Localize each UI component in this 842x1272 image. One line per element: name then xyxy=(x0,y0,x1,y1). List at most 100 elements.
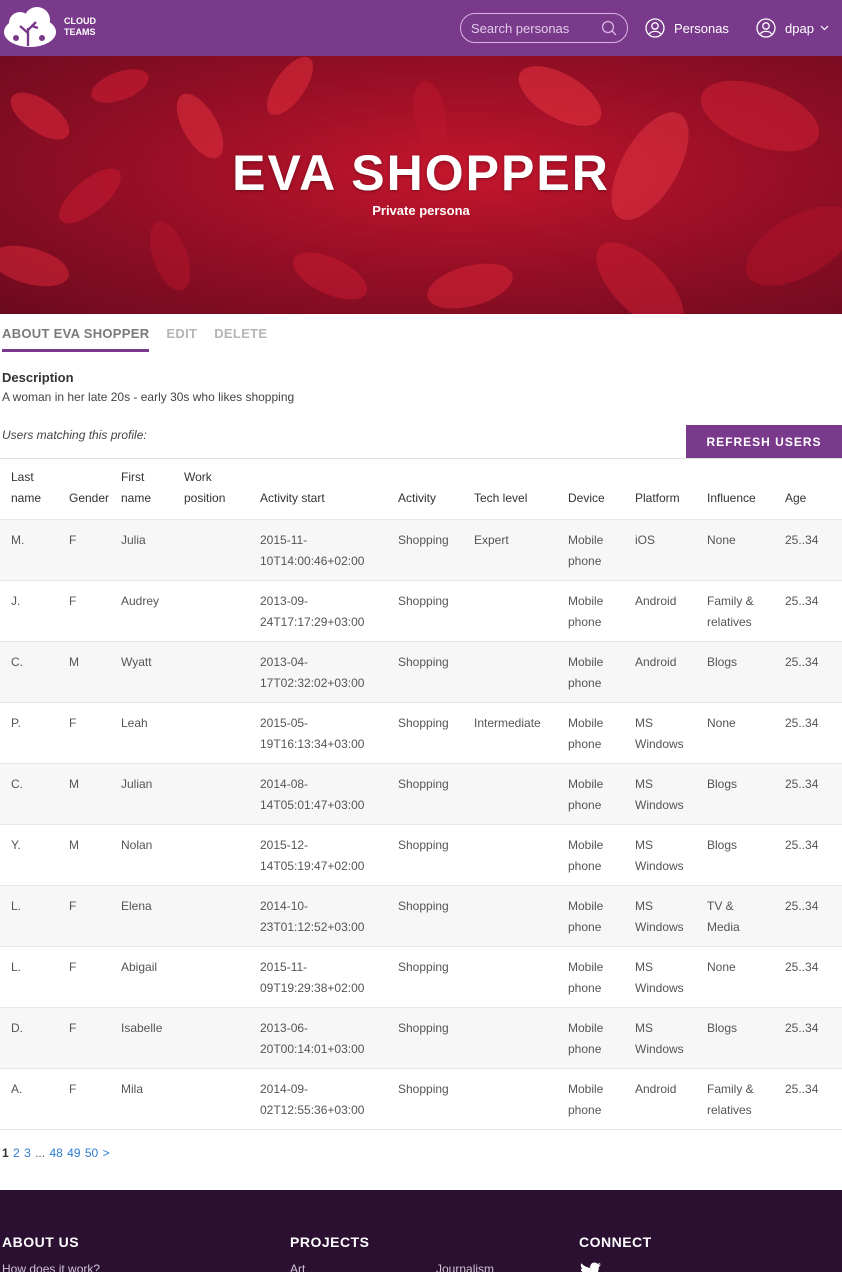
cell-line: None xyxy=(707,716,736,730)
cell-age: 25..34 xyxy=(785,946,842,1008)
table-row: J. F Audrey 2013-09- 24T17:17:29+03:00 Shoppi… xyxy=(0,580,842,642)
cell-age: 25..34 xyxy=(785,702,842,764)
cell-line: Blogs xyxy=(707,838,738,852)
header-line2: Influence xyxy=(707,491,756,505)
header-line2: Age xyxy=(785,491,807,505)
cell-line: 2013-09- xyxy=(260,594,309,608)
cell-line: Mobile xyxy=(568,838,604,852)
cell-work-position xyxy=(184,1007,260,1069)
header-line2: name xyxy=(11,491,42,505)
cell-line: 2013-06- xyxy=(260,1021,309,1035)
page-link[interactable]: 49 xyxy=(67,1146,80,1160)
cell-line: Mobile xyxy=(568,655,604,669)
table-row: M. F Julia 2015-11- 10T14:00:46+02:00 Shoppin… xyxy=(0,519,842,581)
cell-line: Android xyxy=(635,594,677,608)
column-header-platform: Platform xyxy=(635,458,707,520)
cell-line: Blogs xyxy=(707,1021,738,1035)
page-next-link[interactable]: > xyxy=(103,1146,110,1160)
description-heading: Description xyxy=(2,370,74,385)
table-row: L. F Elena 2014-10- 23T01:12:52+03:00 Shoppin… xyxy=(0,885,842,947)
page-link[interactable]: 48 xyxy=(49,1146,62,1160)
column-header-last-name: Last name xyxy=(0,458,58,520)
cell-activity-start: 2013-06- 20T00:14:01+03:00 xyxy=(260,1007,398,1069)
search-box xyxy=(460,13,628,43)
cell-line: 2015-05- xyxy=(260,716,309,730)
twitter-icon[interactable] xyxy=(580,1262,602,1272)
cell-device: Mobile phone xyxy=(568,1068,635,1130)
page-link[interactable]: 50 xyxy=(85,1146,98,1160)
tab-about[interactable]: ABOUT EVA SHOPPER xyxy=(2,326,150,352)
cell-line: Family & xyxy=(707,594,754,608)
table-body: M. F Julia 2015-11- 10T14:00:46+02:00 Shoppin… xyxy=(0,519,842,1130)
cell-activity: Shopping xyxy=(398,580,474,642)
header-line2: position xyxy=(184,491,226,505)
cell-influence: None xyxy=(707,519,785,581)
cell-tech-level xyxy=(474,1068,568,1130)
user-menu[interactable]: dpap xyxy=(756,17,829,39)
cell-gender: F xyxy=(58,580,121,642)
column-header-activity: Activity xyxy=(398,458,474,520)
cloud-teams-logo[interactable] xyxy=(2,6,58,48)
cell-activity: Shopping xyxy=(398,519,474,581)
tab-delete[interactable]: DELETE xyxy=(214,326,267,352)
search-input[interactable] xyxy=(471,19,601,37)
cell-work-position xyxy=(184,824,260,886)
cell-age: 25..34 xyxy=(785,1007,842,1069)
cell-line: 02T12:55:36+03:00 xyxy=(260,1103,365,1117)
cell-tech-level xyxy=(474,580,568,642)
pagination: 1 2 3 ... 48 49 50 > xyxy=(2,1146,111,1160)
cell-influence: Blogs xyxy=(707,1007,785,1069)
cell-age: 25..34 xyxy=(785,885,842,947)
footer-how-it-works-link[interactable]: How does it work? xyxy=(2,1262,100,1272)
cell-device: Mobile phone xyxy=(568,702,635,764)
table-row: A. F Mila 2014-09- 02T12:55:36+03:00 Shopping… xyxy=(0,1068,842,1130)
page-link[interactable]: 2 xyxy=(13,1146,20,1160)
header-line1: Work xyxy=(184,470,212,484)
nav-personas-link[interactable]: Personas xyxy=(645,17,729,39)
cell-influence: Family & relatives xyxy=(707,1068,785,1130)
cell-activity: Shopping xyxy=(398,702,474,764)
cell-line: Android xyxy=(635,655,677,669)
cell-last-name: D. xyxy=(0,1007,58,1069)
cell-line: phone xyxy=(568,859,602,873)
cell-work-position xyxy=(184,1068,260,1130)
cell-line: phone xyxy=(568,798,602,812)
tab-edit[interactable]: EDIT xyxy=(166,326,197,352)
cell-device: Mobile phone xyxy=(568,885,635,947)
column-header-age: Age xyxy=(785,458,842,520)
cell-influence: None xyxy=(707,946,785,1008)
cell-line: phone xyxy=(568,676,602,690)
search-icon[interactable] xyxy=(601,20,617,36)
cell-gender: F xyxy=(58,702,121,764)
footer-journalism-link[interactable]: Journalism xyxy=(436,1262,494,1272)
cell-work-position xyxy=(184,702,260,764)
refresh-users-button[interactable]: REFRESH USERS xyxy=(686,425,842,458)
cell-first-name: Abigail xyxy=(121,946,184,1008)
user-name: dpap xyxy=(785,20,814,36)
cell-activity: Shopping xyxy=(398,641,474,703)
footer: ABOUT US How does it work? PROJECTS Art … xyxy=(0,1190,842,1272)
page-link[interactable]: 3 xyxy=(24,1146,31,1160)
cell-line: 14T05:01:47+03:00 xyxy=(260,798,365,812)
cell-activity-start: 2013-09- 24T17:17:29+03:00 xyxy=(260,580,398,642)
cell-first-name: Leah xyxy=(121,702,184,764)
cell-tech-level xyxy=(474,1007,568,1069)
cell-first-name: Wyatt xyxy=(121,641,184,703)
footer-art-link[interactable]: Art xyxy=(290,1262,305,1272)
cell-line: 2013-04- xyxy=(260,655,309,669)
cell-line: relatives xyxy=(707,615,752,629)
cell-line: 2015-11- xyxy=(260,960,308,974)
cell-gender: F xyxy=(58,946,121,1008)
cell-device: Mobile phone xyxy=(568,519,635,581)
cell-last-name: C. xyxy=(0,763,58,825)
table-row: D. F Isabelle 2013-06- 20T00:14:01+03:00 Shop… xyxy=(0,1007,842,1069)
cell-line: Family & xyxy=(707,1082,754,1096)
cell-line: Mobile xyxy=(568,533,604,547)
logo-text[interactable]: CLOUD TEAMS xyxy=(64,16,96,38)
cell-line: phone xyxy=(568,1103,602,1117)
persona-hero-banner: EVA SHOPPER Private persona xyxy=(0,56,842,314)
column-header-tech-level: Tech level xyxy=(474,458,568,520)
cell-line: phone xyxy=(568,981,602,995)
cell-age: 25..34 xyxy=(785,519,842,581)
cell-activity-start: 2015-11- 10T14:00:46+02:00 xyxy=(260,519,398,581)
